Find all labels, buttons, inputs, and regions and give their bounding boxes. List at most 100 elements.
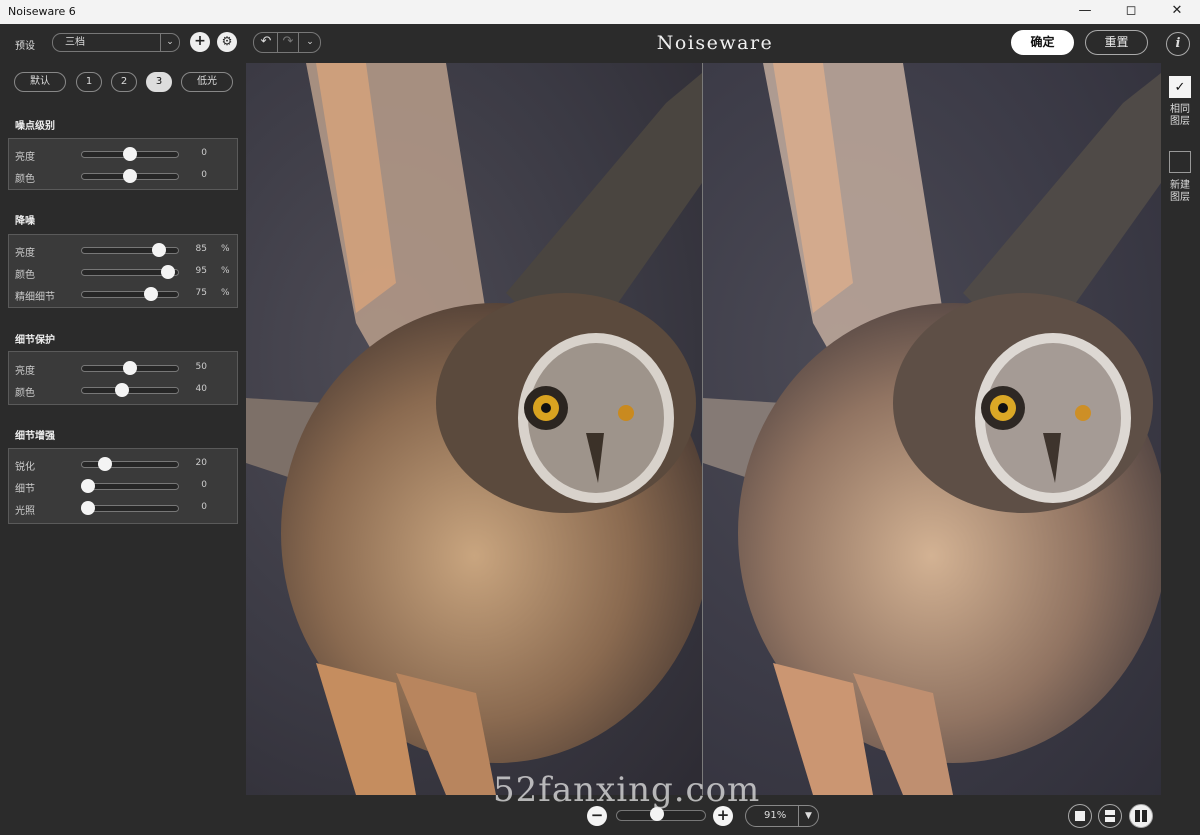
owl-image-before [246,63,702,795]
app-body: 预设 三档 ⌄ + ⚙ ↶ ↷ ⌄ Noiseware 确定 重置 i 默认 1… [0,24,1200,835]
close-icon[interactable]: ✕ [1154,0,1200,24]
slider-knob[interactable] [123,361,137,375]
slider-row: 光照 0 [9,498,237,518]
detail-protect-title: 细节保护 [15,335,55,346]
slider-knob[interactable] [144,287,158,301]
detail-enhance-title: 细节增强 [15,431,55,442]
slider-label: 细节 [15,484,35,495]
reset-button[interactable]: 重置 [1085,30,1148,55]
slider-knob[interactable] [97,457,112,471]
same-layer-label: 相同 图层 [1166,104,1194,128]
split-horizontal-button[interactable] [1098,804,1122,828]
slider-label: 颜色 [15,388,35,399]
undo-icon[interactable]: ↶ [255,33,277,52]
after-preview[interactable] [703,63,1161,795]
new-layer-label: 新建 图层 [1166,180,1194,204]
slider-track[interactable] [81,483,179,490]
slider-row: 颜色 95% [9,262,237,282]
info-icon: i [1175,36,1181,51]
slider-knob[interactable] [152,243,167,257]
slider-label: 亮度 [15,248,35,259]
chevron-down-icon[interactable]: ⌄ [160,34,179,51]
ok-button[interactable]: 确定 [1011,30,1074,55]
check-icon: ✓ [1174,80,1186,95]
preset-select[interactable]: 三档 ⌄ [52,33,180,52]
slider-knob[interactable] [114,383,129,397]
same-layer-checkbox[interactable]: ✓ [1169,76,1191,98]
detail-protect-panel: 亮度 50 颜色 40 [8,351,238,405]
slider-row: 颜色 0 [9,166,237,186]
new-layer-label-line2: 图层 [1170,192,1190,203]
slider-knob[interactable] [160,265,175,279]
slider-value: 75 [195,288,207,298]
slider-value: 95 [195,266,207,276]
redo-icon[interactable]: ↷ [277,33,299,52]
slider-label: 锐化 [15,462,35,473]
split-horizontal-icon-lower [1105,817,1115,822]
slider-knob[interactable] [81,501,95,515]
slider-track[interactable] [81,387,179,394]
slider-row: 细节 0 [9,476,237,496]
noise-level-title: 噪点级别 [15,121,55,132]
app-logo: Noiseware [656,32,774,54]
slider-value: 0 [201,502,207,512]
preset-lowlight-button[interactable]: 低光 [181,72,233,92]
split-vertical-icon [1135,810,1140,822]
single-view-button[interactable] [1068,804,1092,828]
settings-button[interactable]: ⚙ [217,32,237,52]
slider-label: 亮度 [15,366,35,377]
denoise-panel: 亮度 85% 颜色 95% 精细细节 75% [8,234,238,308]
slider-value: 85 [195,244,207,254]
split-horizontal-icon [1105,810,1115,815]
slider-track[interactable] [81,461,179,468]
slider-value: 50 [195,362,207,372]
split-vertical-icon-right [1142,810,1147,822]
slider-unit: % [221,244,230,254]
slider-knob[interactable] [81,479,95,493]
same-layer-label-line2: 图层 [1170,116,1190,127]
minimize-icon[interactable]: — [1062,0,1108,24]
slider-track[interactable] [81,291,179,298]
slider-row: 锐化 20 [9,454,237,474]
same-layer-label-line1: 相同 [1170,104,1190,115]
info-button[interactable]: i [1166,32,1190,56]
preset-3-button[interactable]: 3 [146,72,172,92]
history-chevron-icon[interactable]: ⌄ [299,33,321,52]
owl-image-after [703,63,1161,795]
new-layer-label-line1: 新建 [1170,180,1190,191]
zoom-value: 91% [764,810,787,821]
slider-value: 0 [201,148,207,158]
window-title: Noiseware 6 [8,5,76,18]
image-viewer[interactable] [246,63,1161,795]
preset-label: 预设 [15,41,35,52]
before-preview[interactable] [246,63,702,795]
split-vertical-button[interactable] [1129,804,1153,828]
slider-unit: % [221,288,230,298]
slider-unit: % [221,266,230,276]
denoise-title: 降噪 [15,216,35,227]
preset-value: 三档 [65,37,85,48]
title-bar: Noiseware 6 — ◻ ✕ [0,0,1200,24]
slider-track[interactable] [81,505,179,512]
single-view-icon [1075,811,1085,821]
maximize-icon[interactable]: ◻ [1108,0,1154,24]
slider-row: 亮度 0 [9,144,237,164]
slider-value: 40 [195,384,207,394]
slider-knob[interactable] [123,147,137,161]
add-preset-button[interactable]: + [190,32,210,52]
slider-row: 亮度 50 [9,358,237,378]
slider-row: 颜色 40 [9,380,237,400]
preset-1-button[interactable]: 1 [76,72,102,92]
slider-knob[interactable] [123,169,137,183]
plus-icon: + [194,33,206,49]
detail-enhance-panel: 锐化 20 细节 0 光照 0 [8,448,238,524]
new-layer-checkbox[interactable] [1169,151,1191,173]
slider-value: 0 [201,170,207,180]
preset-default-button[interactable]: 默认 [14,72,66,92]
watermark-text: 52fanxing.com [493,770,761,810]
chevron-down-icon[interactable]: ▼ [798,806,818,826]
preset-2-button[interactable]: 2 [111,72,137,92]
gear-icon: ⚙ [221,34,233,48]
slider-value: 0 [201,480,207,490]
noise-level-panel: 亮度 0 颜色 0 [8,138,238,190]
